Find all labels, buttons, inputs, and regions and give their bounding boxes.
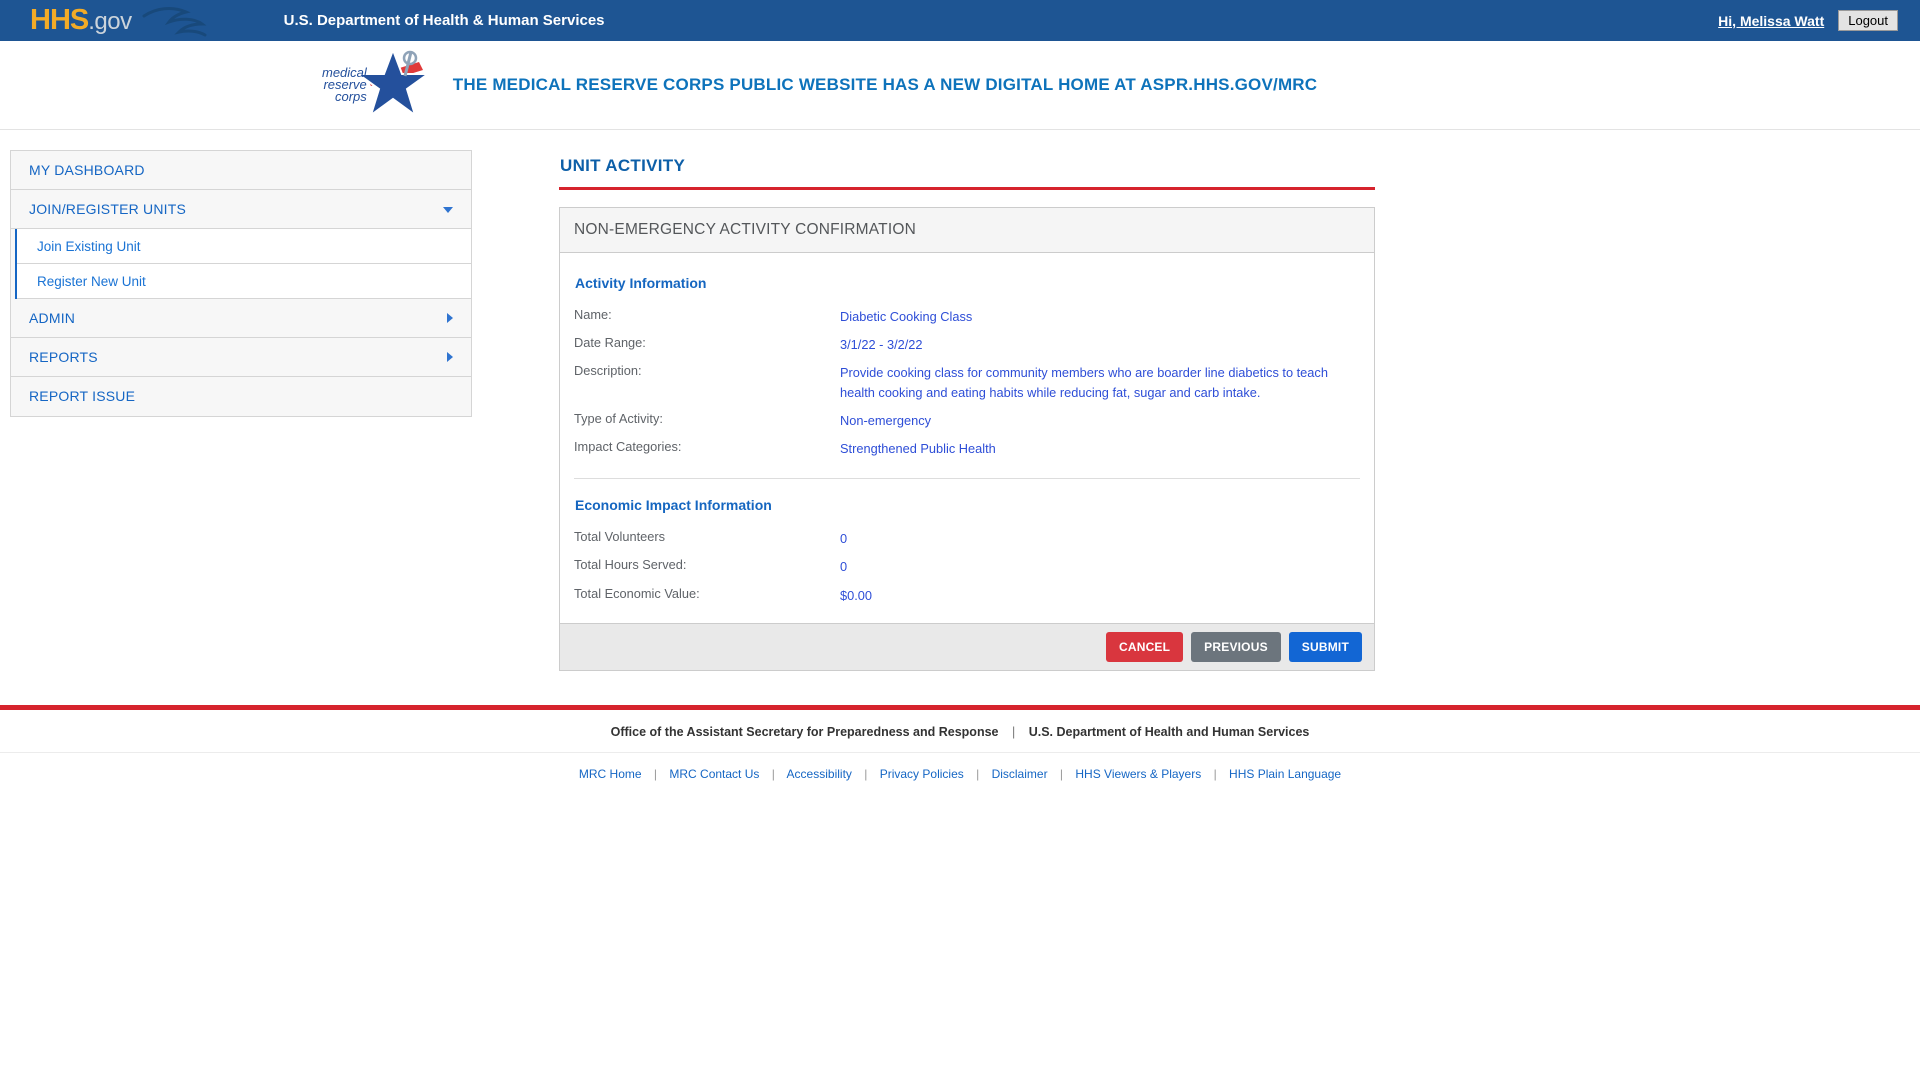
previous-button[interactable]: PREVIOUS <box>1191 632 1281 662</box>
field-label: Total Volunteers <box>574 529 840 548</box>
hhs-gov-logo[interactable]: HHS.gov <box>30 4 132 37</box>
footer-link-hhs-viewers-players[interactable]: HHS Viewers & Players <box>1075 767 1201 781</box>
mrc-word-corps: corps <box>322 91 367 103</box>
title-underline <box>559 187 1375 190</box>
field-row-type-of-activity: Type of Activity: Non-emergency <box>574 411 1360 430</box>
footer-link-separator: | <box>864 767 867 781</box>
field-row-impact-categories: Impact Categories: Strengthened Public H… <box>574 439 1360 458</box>
chevron-right-icon <box>447 313 453 323</box>
field-row-total-economic-value: Total Economic Value: $0.00 <box>574 586 1360 605</box>
submit-button[interactable]: SUBMIT <box>1289 632 1362 662</box>
main-content: UNIT ACTIVITY NON-EMERGENCY ACTIVITY CON… <box>559 150 1375 671</box>
field-value: $0.00 <box>840 586 872 605</box>
hhs-logo-text: HHS <box>30 4 88 37</box>
field-value: 0 <box>840 529 847 548</box>
banner-aspr-link[interactable]: ASPR.HHS.GOV/MRC <box>1140 75 1317 94</box>
chevron-right-icon <box>447 352 453 362</box>
footer-link-separator: | <box>1214 767 1217 781</box>
panel-button-bar: CANCEL PREVIOUS SUBMIT <box>560 623 1374 670</box>
footer-link-accessibility[interactable]: Accessibility <box>787 767 852 781</box>
field-label: Total Economic Value: <box>574 586 840 605</box>
field-row-name: Name: Diabetic Cooking Class <box>574 307 1360 326</box>
field-label: Date Range: <box>574 335 840 354</box>
field-label: Description: <box>574 363 840 401</box>
confirmation-panel: NON-EMERGENCY ACTIVITY CONFIRMATION Acti… <box>559 207 1375 671</box>
sidebar-item-register-new-unit[interactable]: Register New Unit <box>17 264 471 299</box>
field-value: Provide cooking class for community memb… <box>840 363 1345 401</box>
field-row-date-range: Date Range: 3/1/22 - 3/2/22 <box>574 335 1360 354</box>
footer-link-mrc-home[interactable]: MRC Home <box>579 767 642 781</box>
page-title: UNIT ACTIVITY <box>560 156 1375 176</box>
field-row-total-volunteers: Total Volunteers 0 <box>574 529 1360 548</box>
banner-message-text: THE MEDICAL RESERVE CORPS PUBLIC WEBSITE… <box>453 75 1136 94</box>
economic-impact-heading: Economic Impact Information <box>575 497 1360 513</box>
field-value: 3/1/22 - 3/2/22 <box>840 335 923 354</box>
footer-org-hhs: U.S. Department of Health and Human Serv… <box>1029 725 1310 739</box>
sidebar-item-report-issue[interactable]: REPORT ISSUE <box>11 377 471 416</box>
field-label: Total Hours Served: <box>574 557 840 576</box>
cancel-button[interactable]: CANCEL <box>1106 632 1183 662</box>
field-value: Non-emergency <box>840 411 931 430</box>
sidebar-nav: MY DASHBOARD JOIN/REGISTER UNITS Join Ex… <box>10 150 472 417</box>
sidebar-item-label: REPORTS <box>29 349 98 365</box>
field-value: 0 <box>840 557 847 576</box>
chevron-down-icon <box>443 207 453 213</box>
hhs-gov-text: .gov <box>88 8 131 36</box>
sidebar-item-admin[interactable]: ADMIN <box>11 299 471 338</box>
footer-link-mrc-contact-us[interactable]: MRC Contact Us <box>669 767 759 781</box>
user-greeting-link[interactable]: Hi, Melissa Watt <box>1718 13 1824 29</box>
footer-links: MRC Home | MRC Contact Us | Accessibilit… <box>0 753 1920 795</box>
field-value: Diabetic Cooking Class <box>840 307 972 326</box>
hhs-eagle-icon <box>142 4 216 38</box>
banner-message: THE MEDICAL RESERVE CORPS PUBLIC WEBSITE… <box>453 75 1317 95</box>
join-register-submenu: Join Existing Unit Register New Unit <box>15 229 471 299</box>
top-gov-bar: HHS.gov U.S. Department of Health & Huma… <box>0 0 1920 41</box>
field-label: Name: <box>574 307 840 326</box>
field-label: Impact Categories: <box>574 439 840 458</box>
panel-header: NON-EMERGENCY ACTIVITY CONFIRMATION <box>560 208 1374 253</box>
footer-org-aspr: Office of the Assistant Secretary for Pr… <box>611 725 999 739</box>
footer-link-privacy-policies[interactable]: Privacy Policies <box>880 767 964 781</box>
footer-link-separator: | <box>976 767 979 781</box>
footer-org-separator: | <box>1012 725 1015 739</box>
footer-link-separator: | <box>654 767 657 781</box>
sidebar-item-my-dashboard[interactable]: MY DASHBOARD <box>11 151 471 190</box>
logout-button[interactable]: Logout <box>1838 10 1898 31</box>
field-row-description: Description: Provide cooking class for c… <box>574 363 1360 401</box>
section-divider <box>574 478 1360 479</box>
activity-information-heading: Activity Information <box>575 275 1360 291</box>
department-title: U.S. Department of Health & Human Servic… <box>284 12 605 29</box>
mrc-logo-words: medical reserve corps <box>322 67 367 103</box>
sidebar-item-reports[interactable]: REPORTS <box>11 338 471 377</box>
field-label: Type of Activity: <box>574 411 840 430</box>
sidebar-item-join-register-units[interactable]: JOIN/REGISTER UNITS <box>11 190 471 229</box>
footer-link-disclaimer[interactable]: Disclaimer <box>992 767 1048 781</box>
footer-link-separator: | <box>1060 767 1063 781</box>
footer-org-line: Office of the Assistant Secretary for Pr… <box>0 710 1920 753</box>
sidebar-item-join-existing-unit[interactable]: Join Existing Unit <box>17 229 471 264</box>
footer-link-hhs-plain-language[interactable]: HHS Plain Language <box>1229 767 1341 781</box>
field-value: Strengthened Public Health <box>840 439 996 458</box>
field-row-total-hours-served: Total Hours Served: 0 <box>574 557 1360 576</box>
sidebar-item-label: JOIN/REGISTER UNITS <box>29 201 186 217</box>
sidebar-item-label: ADMIN <box>29 310 75 326</box>
mrc-banner: medical reserve corps THE MEDICAL RESERV… <box>0 41 1920 130</box>
footer-link-separator: | <box>772 767 775 781</box>
